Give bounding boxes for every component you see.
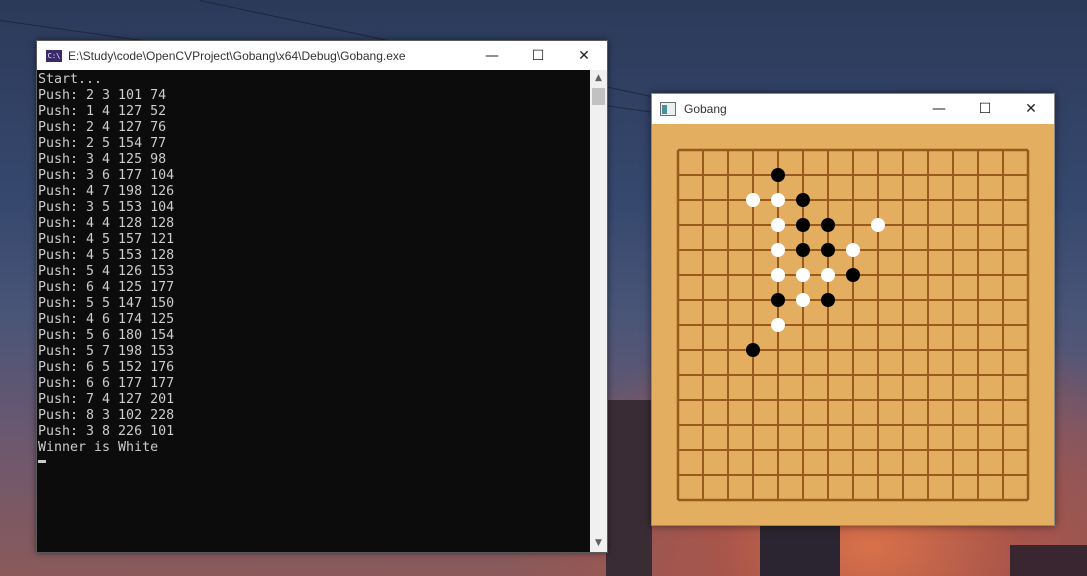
- console-line: Push: 8 3 102 228: [38, 408, 175, 423]
- black-stone: [771, 293, 785, 307]
- console-line: Push: 4 5 157 121: [38, 232, 175, 247]
- close-button[interactable]: ✕: [1008, 94, 1054, 124]
- black-stone: [821, 243, 835, 257]
- console-line: Push: 5 7 198 153: [38, 344, 175, 359]
- black-stone: [746, 343, 760, 357]
- scroll-down-icon[interactable]: ▼: [590, 535, 607, 552]
- scroll-up-icon[interactable]: ▲: [590, 70, 607, 87]
- minimize-button[interactable]: —: [916, 94, 962, 124]
- text-cursor: [38, 460, 46, 463]
- console-line: Push: 3 5 153 104: [38, 200, 175, 215]
- console-line: Push: 5 5 147 150: [38, 296, 175, 311]
- console-line: Push: 5 6 180 154: [38, 328, 175, 343]
- console-line: Push: 2 5 154 77: [38, 136, 167, 151]
- close-button[interactable]: ✕: [561, 41, 607, 70]
- scroll-thumb[interactable]: [592, 88, 605, 105]
- white-stone: [796, 293, 810, 307]
- console-line: Push: 6 6 177 177: [38, 376, 175, 391]
- console-line: Push: 6 4 125 177: [38, 280, 175, 295]
- console-line: Push: 4 5 153 128: [38, 248, 175, 263]
- console-window-title: E:\Study\code\OpenCVProject\Gobang\x64\D…: [68, 48, 406, 63]
- gobang-titlebar[interactable]: Gobang — ☐ ✕: [652, 94, 1054, 124]
- black-stone: [796, 243, 810, 257]
- console-line: Push: 3 6 177 104: [38, 168, 175, 183]
- gobang-window: Gobang — ☐ ✕: [651, 93, 1055, 526]
- console-app-icon: C:\: [46, 49, 62, 62]
- console-line: Push: 3 8 226 101: [38, 424, 175, 439]
- white-stone: [746, 193, 760, 207]
- black-stone: [821, 293, 835, 307]
- console-line: Push: 7 4 127 201: [38, 392, 175, 407]
- console-output[interactable]: Start... Push: 2 3 101 74 Push: 1 4 127 52…: [37, 70, 590, 552]
- gobang-app-icon: [660, 102, 676, 116]
- white-stone: [846, 243, 860, 257]
- console-line: Push: 5 4 126 153: [38, 264, 175, 279]
- white-stone: [871, 218, 885, 232]
- console-line: Push: 1 4 127 52: [38, 104, 167, 119]
- console-line: Push: 3 4 125 98: [38, 152, 167, 167]
- white-stone: [771, 268, 785, 282]
- console-line: Start...: [38, 72, 103, 87]
- console-line: Push: 2 4 127 76: [38, 120, 167, 135]
- white-stone: [796, 268, 810, 282]
- black-stone: [796, 193, 810, 207]
- console-line: Push: 2 3 101 74: [38, 88, 167, 103]
- white-stone: [771, 243, 785, 257]
- console-line: Push: 4 6 174 125: [38, 312, 175, 327]
- console-titlebar[interactable]: C:\ E:\Study\code\OpenCVProject\Gobang\x…: [37, 41, 607, 70]
- gobang-board[interactable]: [652, 124, 1054, 525]
- minimize-button[interactable]: —: [469, 41, 515, 70]
- console-line: Push: 4 7 198 126: [38, 184, 175, 199]
- white-stone: [771, 218, 785, 232]
- console-line: Push: 4 4 128 128: [38, 216, 175, 231]
- board-area[interactable]: [652, 124, 1054, 525]
- black-stone: [771, 168, 785, 182]
- black-stone: [821, 218, 835, 232]
- gobang-window-title: Gobang: [684, 102, 727, 116]
- maximize-button[interactable]: ☐: [962, 94, 1008, 124]
- white-stone: [821, 268, 835, 282]
- black-stone: [846, 268, 860, 282]
- console-line: Winner is White: [38, 440, 159, 455]
- white-stone: [771, 318, 785, 332]
- black-stone: [796, 218, 810, 232]
- console-scrollbar[interactable]: ▲ ▼: [590, 70, 607, 552]
- white-stone: [771, 193, 785, 207]
- console-line: Push: 6 5 152 176: [38, 360, 175, 375]
- console-window: C:\ E:\Study\code\OpenCVProject\Gobang\x…: [36, 40, 608, 553]
- maximize-button[interactable]: ☐: [515, 41, 561, 70]
